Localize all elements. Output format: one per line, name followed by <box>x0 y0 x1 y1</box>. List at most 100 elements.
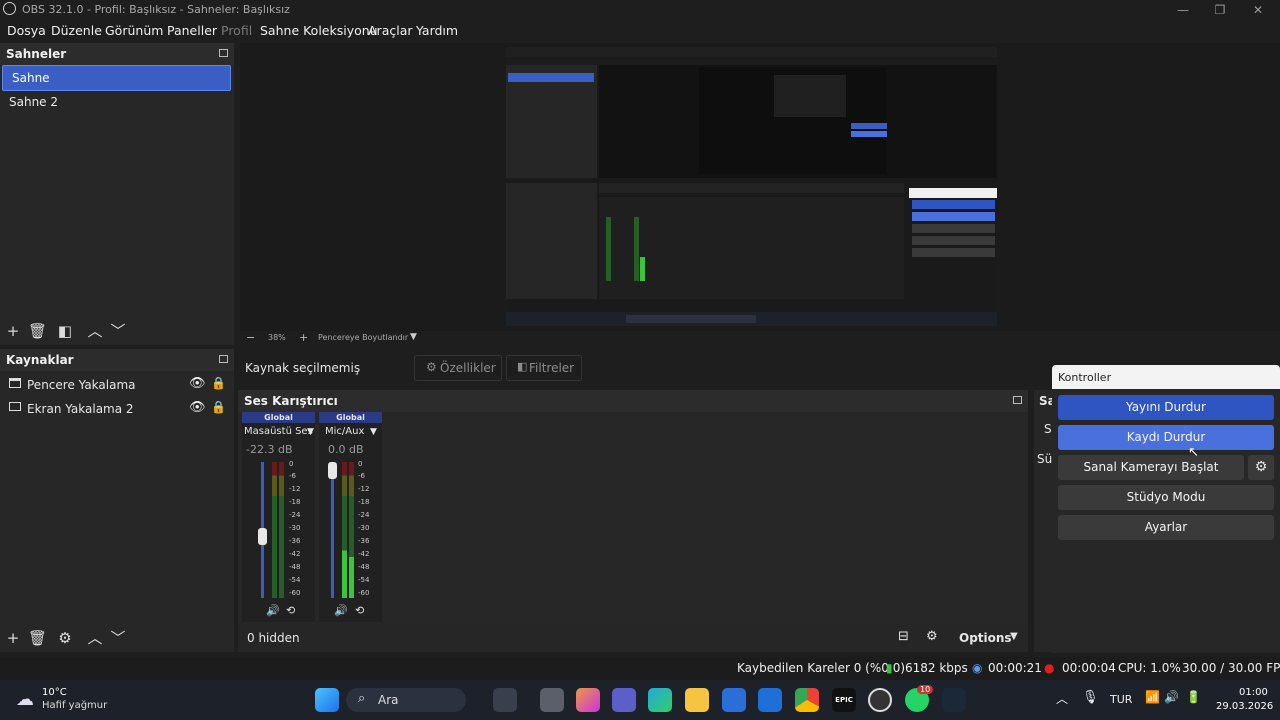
menu-araclar[interactable]: Araçlar <box>368 23 413 38</box>
scale-tick: -48 <box>358 563 370 571</box>
monitor-off-icon[interactable]: ⟲ <box>355 604 364 617</box>
level-meter <box>279 462 284 598</box>
scale-tick: -54 <box>358 576 370 584</box>
scene-item[interactable]: Sahne <box>2 65 231 91</box>
remove-source-icon[interactable]: 🗑 <box>28 629 47 647</box>
layout-toggle-icon[interactable]: ⊟ <box>898 629 909 644</box>
source-settings-icon[interactable]: ⚙ <box>56 629 74 647</box>
taskbar-search[interactable]: ⌕ Ara <box>346 688 466 712</box>
search-icon: ⌕ <box>358 691 366 706</box>
settings-button[interactable]: Ayarlar <box>1058 515 1274 540</box>
undock-icon[interactable] <box>219 355 228 363</box>
edge-icon[interactable] <box>648 688 672 712</box>
zoom-in-button[interactable]: + <box>299 331 308 344</box>
menu-paneller[interactable]: Paneller <box>167 23 217 38</box>
channel-tag: Global <box>319 412 382 423</box>
menu-gorunum[interactable]: Görünüm <box>105 23 163 38</box>
language-indicator[interactable]: TUR <box>1110 693 1132 706</box>
chevron-down-icon[interactable]: ▼ <box>370 427 377 437</box>
scale-tick: -24 <box>358 511 370 519</box>
fps: 30.00 / 30.00 FPS <box>1182 661 1280 675</box>
minimize-button[interactable]: — <box>1175 2 1191 18</box>
move-up-icon[interactable]: ︿ <box>86 629 104 647</box>
volume-slider-handle[interactable] <box>328 462 337 479</box>
filters-button[interactable]: ◧ Filtreler <box>506 355 582 381</box>
weather-desc: Hafif yağmur <box>42 700 108 711</box>
move-down-icon[interactable]: ﹀ <box>109 322 127 340</box>
level-meter <box>272 462 277 598</box>
chevron-up-icon[interactable]: ︿ <box>1056 690 1068 707</box>
steam-icon[interactable] <box>942 688 966 712</box>
remove-scene-icon[interactable]: 🗑 <box>28 322 47 340</box>
battery-icon[interactable]: 🔋 <box>1186 690 1201 704</box>
store-icon[interactable] <box>722 688 746 712</box>
copilot-icon[interactable] <box>576 688 600 712</box>
chrome-icon[interactable] <box>795 688 819 712</box>
widgets-icon[interactable] <box>493 688 517 712</box>
menu-yardim[interactable]: Yardım <box>416 23 458 38</box>
close-button[interactable]: ✕ <box>1250 2 1266 18</box>
add-scene-button[interactable]: + <box>4 322 22 340</box>
windows-start-icon[interactable] <box>315 688 339 712</box>
studio-mode-button[interactable]: Stüdyo Modu <box>1058 485 1274 510</box>
move-up-icon[interactable]: ︿ <box>86 322 104 340</box>
microphone-icon[interactable]: 🎙 <box>1082 690 1099 705</box>
menu-dosya[interactable]: Dosya <box>7 23 46 38</box>
preview-canvas[interactable] <box>506 47 997 326</box>
scale-mode[interactable]: Pencereye Boyutlandır <box>318 333 408 342</box>
scale-tick: -36 <box>289 537 301 545</box>
source-label: Ekran Yakalama 2 <box>27 402 134 416</box>
menu-sahne-koleksiyonu[interactable]: Sahne Koleksiyonu <box>260 23 378 38</box>
volume-slider-handle[interactable] <box>258 528 267 545</box>
start-virtual-cam-button[interactable]: Sanal Kamerayı Başlat <box>1058 455 1244 480</box>
chevron-down-icon[interactable]: ▼ <box>307 427 314 437</box>
weather-cloud-icon[interactable]: ☁ <box>16 689 34 710</box>
maximize-button[interactable]: ❐ <box>1212 2 1228 18</box>
obs-taskbar-icon[interactable] <box>868 688 892 712</box>
task-view-icon[interactable] <box>540 688 564 712</box>
teams-icon[interactable] <box>612 688 636 712</box>
properties-button[interactable]: ⚙ Özellikler <box>414 355 502 381</box>
dropped-frames: Kaybedilen Kareler 0 (%0.0) <box>737 661 906 675</box>
undock-icon[interactable] <box>1013 396 1022 404</box>
advanced-audio-icon[interactable]: ⚙ <box>926 629 938 644</box>
speaker-icon[interactable]: 🔊 <box>266 604 280 617</box>
level-meter <box>342 462 347 598</box>
epic-games-icon[interactable]: EPIC <box>832 688 856 712</box>
channel-volume-db: -22.3 dB <box>246 443 293 456</box>
wifi-icon[interactable]: 📶 <box>1145 690 1160 704</box>
lock-icon[interactable]: 🔒 <box>211 400 226 414</box>
virtual-cam-settings-icon[interactable]: ⚙ <box>1248 455 1274 480</box>
clock-date[interactable]: 29.03.2026 <box>1216 701 1273 712</box>
chevron-down-icon[interactable]: ▼ <box>410 332 417 342</box>
stop-stream-button[interactable]: Yayını Durdur <box>1058 395 1274 420</box>
options-button[interactable]: Options <box>959 631 1012 645</box>
scene-item[interactable]: Sahne 2 <box>0 90 229 114</box>
undock-icon[interactable] <box>219 49 228 57</box>
outlook-icon[interactable] <box>758 688 782 712</box>
source-item[interactable]: Pencere Yakalama 👁 🔒 <box>0 373 234 397</box>
record-time: 00:00:04 <box>1062 661 1116 675</box>
file-explorer-icon[interactable] <box>685 688 709 712</box>
menu-duzenle[interactable]: Düzenle <box>51 23 102 38</box>
monitor-off-icon[interactable]: ⟲ <box>286 604 295 617</box>
clock-time[interactable]: 01:00 <box>1239 687 1268 698</box>
chevron-down-icon[interactable]: ▼ <box>1010 631 1018 642</box>
volume-icon[interactable]: 🔊 <box>1164 690 1179 704</box>
eye-icon[interactable]: 👁 <box>189 376 206 391</box>
zoom-out-button[interactable]: − <box>246 331 255 344</box>
controls-title: Kontroller <box>1058 371 1112 384</box>
menu-profil[interactable]: Profil <box>221 23 252 38</box>
gear-icon: ⚙ <box>426 360 437 374</box>
eye-icon[interactable]: 👁 <box>189 400 206 415</box>
volume-slider-track[interactable] <box>331 462 334 598</box>
speaker-icon[interactable]: 🔊 <box>334 604 348 617</box>
move-down-icon[interactable]: ﹀ <box>109 629 127 647</box>
filter-scene-icon[interactable]: ◧ <box>56 322 74 340</box>
hidden-count: 0 hidden <box>247 631 300 645</box>
add-source-button[interactable]: + <box>4 629 22 647</box>
whatsapp-badge: 10 <box>917 685 934 694</box>
lock-icon[interactable]: 🔒 <box>211 376 226 390</box>
source-item[interactable]: Ekran Yakalama 2 👁 🔒 <box>0 397 234 421</box>
stop-record-button[interactable]: Kaydı Durdur <box>1058 425 1274 450</box>
